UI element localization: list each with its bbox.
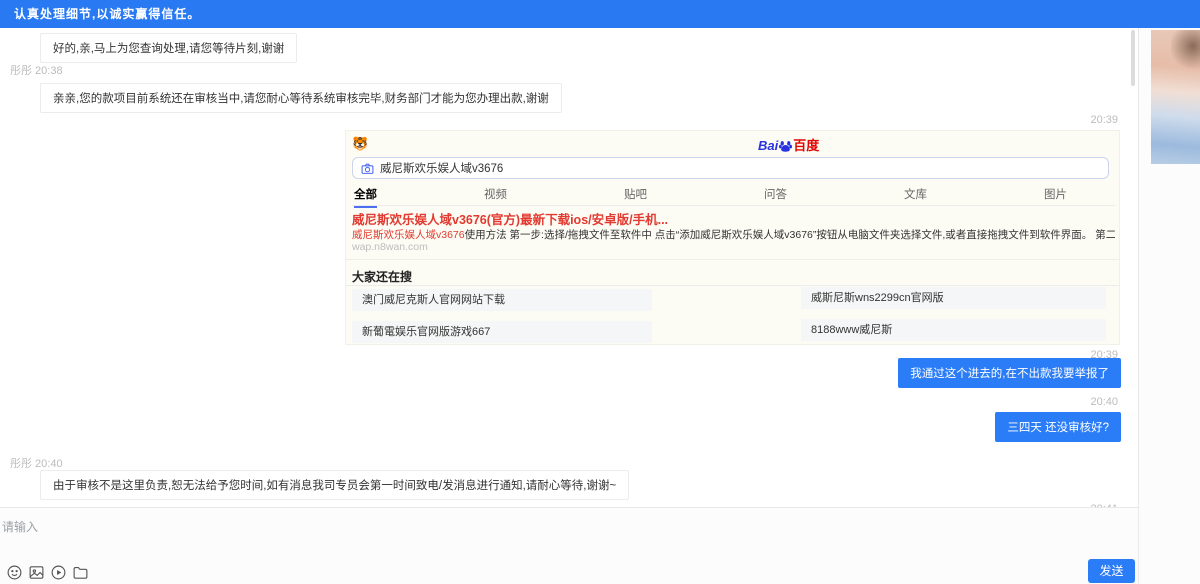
agent-message-text: 由于审核不是这里负责,恕无法给予您时间,如有消息我司专员会第一时间致电/发消息进…: [53, 480, 616, 492]
message-input[interactable]: [0, 512, 820, 554]
user-message: 三四天 还没审核好?: [995, 412, 1121, 442]
message-composer: 发送: [0, 507, 1138, 584]
agent-name-time-label: 彤彤 20:38: [10, 62, 63, 78]
video-play-icon[interactable]: [50, 564, 67, 581]
folder-file-icon[interactable]: [72, 564, 89, 581]
tab-all: 全部: [354, 186, 377, 208]
agent-message: 由于审核不是这里负责,恕无法给予您时间,如有消息我司专员会第一时间致电/发消息进…: [40, 470, 629, 500]
related-search-item: 威斯尼斯wns2299cn官网版: [801, 287, 1106, 309]
related-search-item: 新葡電娱乐官网版游戏667: [352, 321, 652, 343]
baidu-paw-icon: [779, 139, 792, 152]
baidu-logo-bai-text: Bai: [758, 138, 778, 153]
agent-message: 亲亲,您的款项目前系统还在审核当中,请您耐心等待系统审核完毕,财务部门才能为您办…: [40, 83, 562, 113]
user-message: 我通过这个进去的,在不出款我要举报了: [898, 358, 1121, 388]
agent-message-text: 好的,亲,马上为您查询处理,请您等待片刻,谢谢: [53, 43, 284, 55]
tab-images: 图片: [1044, 186, 1067, 202]
agent-name-time-label: 彤彤 20:40: [10, 455, 63, 471]
search-result-description: 威尼斯欢乐娱人域v3676使用方法 第一步:选择/拖拽文件至软件中 点击“添加威…: [352, 227, 1115, 242]
baidu-search-box: 威尼斯欢乐娱人域v3676: [352, 157, 1109, 179]
related-searches-title: 大家还在搜: [352, 268, 412, 285]
search-result-highlight: 威尼斯欢乐娱人域v3676: [352, 229, 465, 241]
right-sidebar: [1138, 28, 1200, 584]
user-message-text: 我通过这个进去的,在不出款我要举报了: [910, 368, 1109, 380]
notice-banner: 认真处理细节,以诚实赢得信任。: [0, 0, 1200, 28]
tiger-emoji-icon: 🐯: [352, 136, 368, 152]
agent-message: 好的,亲,马上为您查询处理,请您等待片刻,谢谢: [40, 33, 297, 63]
user-message-text: 三四天 还没审核好?: [1007, 422, 1109, 434]
baidu-tabs: 全部 视频 贴吧 问答 文库 图片: [352, 183, 1115, 206]
tab-qa: 问答: [764, 186, 787, 202]
search-result-desc-text: 使用方法 第一步:选择/拖拽文件至软件中 点击“添加威尼斯欢乐娱人域v3676”…: [465, 229, 1115, 241]
related-search-item: 澳门威尼克斯人官网网站下载: [352, 289, 652, 311]
baidu-logo-cn-text: 百度: [793, 138, 819, 153]
message-timestamp: 20:40: [1090, 396, 1118, 408]
chat-window: 认真处理细节,以诚实赢得信任。 好的,亲,马上为您查询处理,请您等待片刻,谢谢 …: [0, 0, 1200, 584]
agent-message-text: 亲亲,您的款项目前系统还在审核当中,请您耐心等待系统审核完毕,财务部门才能为您办…: [53, 93, 549, 105]
send-button[interactable]: 发送: [1088, 559, 1135, 583]
tab-video: 视频: [484, 186, 507, 202]
baidu-logo: Bai 百度: [758, 135, 819, 154]
search-result-title: 威尼斯欢乐娱人域v3676(官方)最新下载ios/安卓版/手机...: [352, 209, 668, 228]
agent-avatar[interactable]: [1151, 30, 1200, 164]
tab-wenku: 文库: [904, 186, 927, 202]
emoji-smiley-icon[interactable]: [6, 564, 23, 581]
shared-image-baidu-screenshot[interactable]: 🐯 Bai百度 威尼斯欢乐娱人域v3676 全部 视频 贴吧 问答 文库 图片 …: [345, 130, 1120, 345]
search-result-url: wap.n8wan.com: [352, 241, 428, 253]
camera-icon: [361, 162, 374, 175]
related-search-item: 8188www威尼斯: [801, 319, 1106, 341]
scrollbar-thumb[interactable]: [1131, 30, 1135, 86]
message-timestamp: 20:39: [1090, 114, 1118, 126]
tab-tieba: 贴吧: [624, 186, 647, 202]
search-query-text: 威尼斯欢乐娱人域v3676: [380, 160, 503, 176]
image-upload-icon[interactable]: [28, 564, 45, 581]
composer-toolbar: [6, 564, 89, 581]
chat-message-area: 好的,亲,马上为您查询处理,请您等待片刻,谢谢 彤彤 20:38 亲亲,您的款项…: [0, 28, 1138, 507]
divider: [346, 285, 1119, 286]
divider: [346, 259, 1119, 260]
notice-banner-text: 认真处理细节,以诚实赢得信任。: [14, 7, 200, 21]
